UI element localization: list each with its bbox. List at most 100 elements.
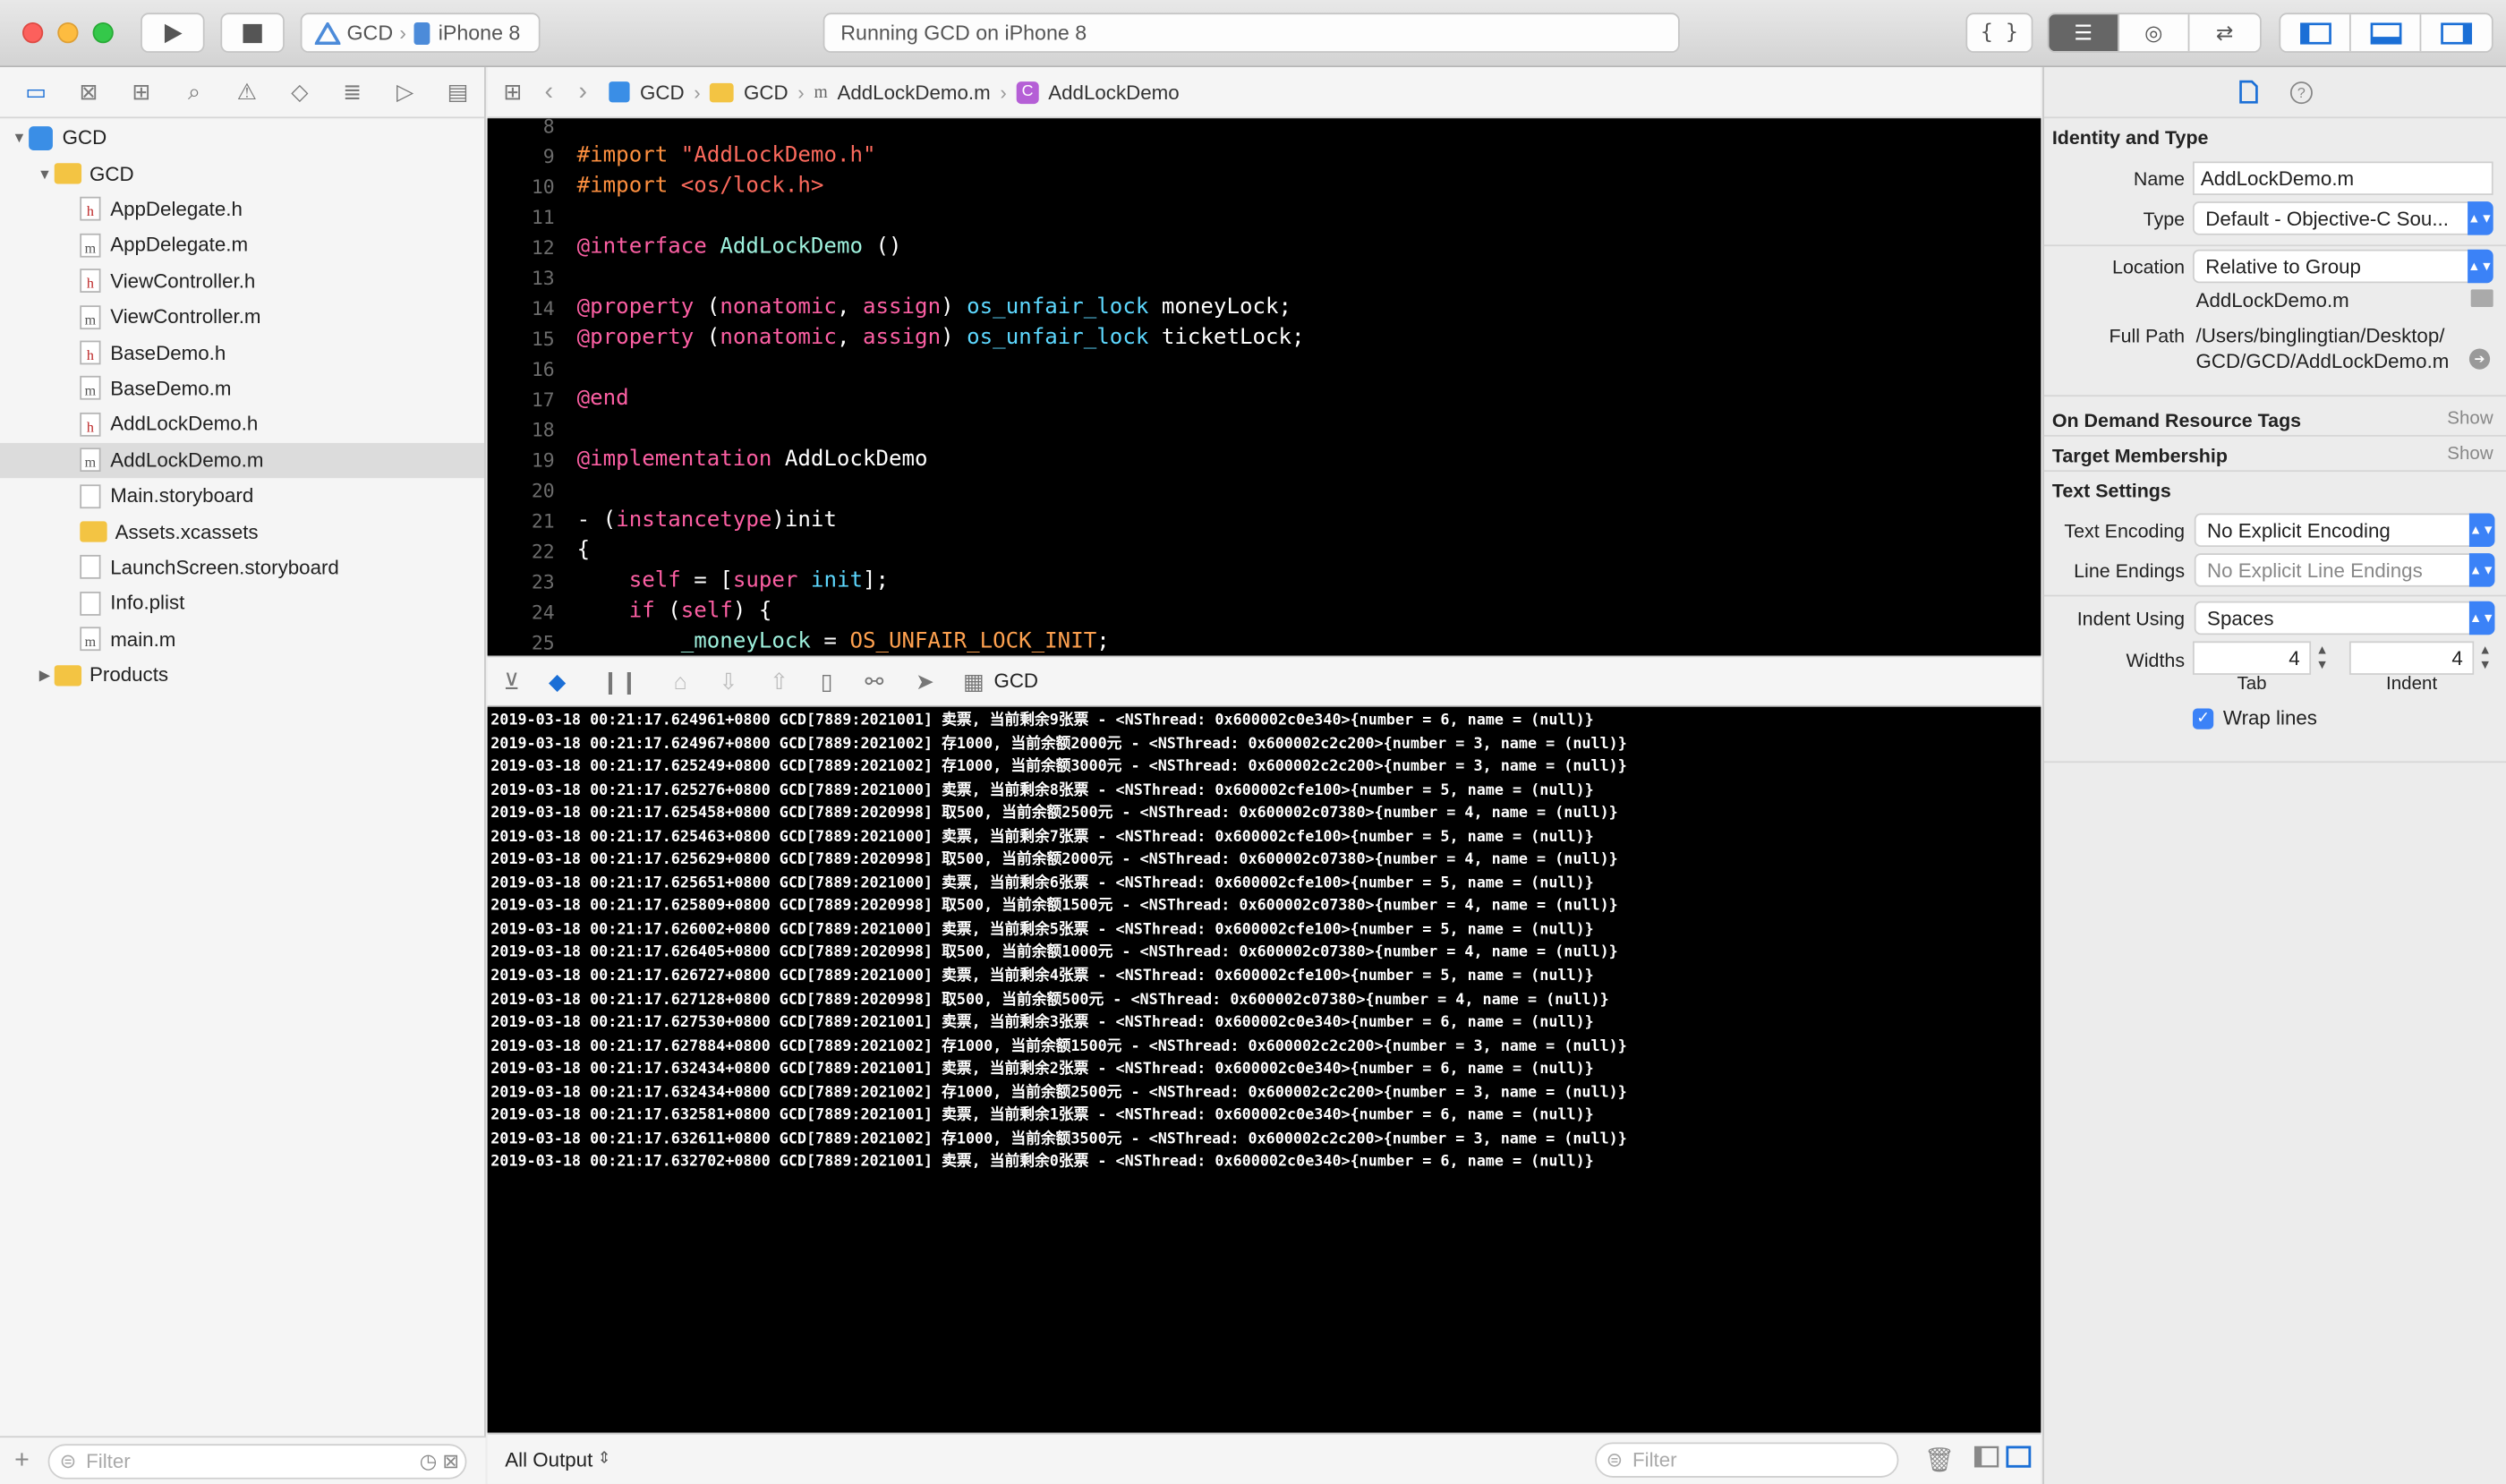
symbol-icon[interactable]: ⊞ bbox=[115, 79, 168, 106]
code-line[interactable]: @property (nonatomic, assign) os_unfair_… bbox=[577, 294, 1291, 320]
disclosure-open-icon[interactable]: ▼ bbox=[35, 166, 54, 182]
tree-row[interactable]: LaunchScreen.storyboard bbox=[0, 550, 484, 585]
code-line[interactable]: @interface AddLockDemo () bbox=[577, 234, 902, 260]
disclosure-open-icon[interactable]: ▼ bbox=[10, 130, 29, 146]
type-select[interactable]: Default - Objective-C Sou... ▲▼ bbox=[2192, 201, 2493, 235]
memory-graph-icon[interactable]: ⚯ bbox=[865, 668, 883, 695]
run-button[interactable] bbox=[141, 13, 205, 53]
zoom-window-button[interactable] bbox=[92, 22, 114, 44]
tree-row[interactable]: Assets.xcassets bbox=[0, 514, 484, 550]
indent-width-field[interactable]: 4 bbox=[2348, 641, 2475, 675]
code-line[interactable]: self = [super init]; bbox=[577, 567, 889, 593]
tree-row[interactable]: ▶ Products bbox=[0, 657, 484, 693]
code-line[interactable]: #import "AddLockDemo.h" bbox=[577, 142, 876, 168]
pause-icon[interactable]: ❙❙ bbox=[601, 668, 638, 695]
code-line[interactable]: @implementation AddLockDemo bbox=[577, 446, 928, 472]
help-icon[interactable]: ? bbox=[2289, 81, 2313, 104]
tab-width-field[interactable]: 4 bbox=[2192, 641, 2312, 675]
console-view-toggle[interactable] bbox=[2006, 1446, 2032, 1472]
encoding-select[interactable]: No Explicit Encoding ▲▼ bbox=[2194, 513, 2495, 548]
debug-icon[interactable]: ≣ bbox=[326, 79, 379, 106]
jump-group[interactable]: GCD bbox=[744, 81, 788, 103]
debug-target[interactable]: GCD bbox=[993, 670, 1038, 693]
search-icon[interactable]: ⌕ bbox=[167, 79, 220, 106]
scheme-selector[interactable]: GCD › iPhone 8 bbox=[300, 13, 541, 53]
jump-symbol[interactable]: AddLockDemo bbox=[1048, 81, 1179, 103]
indent-using-select[interactable]: Spaces ▲▼ bbox=[2194, 601, 2495, 635]
endings-select[interactable]: No Explicit Line Endings ▲▼ bbox=[2194, 553, 2495, 587]
step-out-icon[interactable]: ⇧ bbox=[770, 668, 788, 695]
step-over-icon[interactable]: ⌂ bbox=[674, 669, 687, 695]
code-line[interactable]: if (self) { bbox=[577, 598, 772, 624]
location-icon[interactable]: ➤ bbox=[916, 668, 934, 695]
console-output[interactable]: 2019-03-18 00:21:17.624961+0800 GCD[7889… bbox=[487, 706, 2041, 1433]
hide-debug-area-icon[interactable]: ⊻ bbox=[503, 668, 519, 695]
variables-view-toggle[interactable] bbox=[1973, 1446, 1999, 1472]
warning-icon[interactable]: ⚠ bbox=[220, 79, 273, 106]
tree-row[interactable]: m AddLockDemo.m bbox=[0, 442, 485, 479]
code-line[interactable]: @property (nonatomic, assign) os_unfair_… bbox=[577, 325, 1305, 351]
code-line[interactable]: { bbox=[577, 537, 591, 563]
test-icon[interactable]: ◇ bbox=[273, 79, 326, 106]
tab-stepper[interactable]: ▲ ▼ bbox=[2315, 643, 2328, 671]
tree-row[interactable]: h BaseDemo.h bbox=[0, 335, 484, 371]
console-filter-placeholder: Filter bbox=[1632, 1447, 1677, 1471]
reveal-arrow-icon[interactable]: ➔ bbox=[2468, 348, 2491, 370]
tree-row[interactable]: h AppDelegate.h bbox=[0, 192, 484, 227]
close-window-button[interactable] bbox=[21, 22, 44, 44]
toggle-inspector-button[interactable] bbox=[2421, 14, 2492, 51]
report-icon[interactable]: ▤ bbox=[431, 79, 484, 106]
tree-row[interactable]: Main.storyboard bbox=[0, 478, 484, 514]
toggle-debug-area-button[interactable] bbox=[2351, 14, 2422, 52]
stop-button[interactable] bbox=[220, 13, 285, 53]
tree-row[interactable]: m main.m bbox=[0, 621, 484, 657]
back-icon[interactable]: ‹ bbox=[544, 78, 553, 107]
tree-row[interactable]: h AddLockDemo.h bbox=[0, 406, 484, 442]
breakpoints-toggle-icon[interactable]: ◆ bbox=[549, 668, 566, 695]
assistant-editor-button[interactable]: ◎ bbox=[2119, 14, 2190, 52]
console-line: 2019-03-18 00:21:17.632702+0800 GCD[7889… bbox=[490, 1153, 1594, 1172]
odr-show-button[interactable]: Show bbox=[2447, 409, 2493, 428]
plus-icon[interactable]: + bbox=[14, 1446, 30, 1475]
source-editor[interactable]: 8 9 #import "AddLockDemo.h" 10 #import <os/l… bbox=[487, 118, 2041, 656]
tree-row[interactable]: m BaseDemo.m bbox=[0, 371, 484, 406]
folder-icon[interactable] bbox=[2470, 289, 2493, 308]
step-into-icon[interactable]: ⇩ bbox=[720, 668, 738, 695]
location-select[interactable]: Relative to Group ▲▼ bbox=[2192, 249, 2493, 284]
tree-row[interactable]: ▼ GCD bbox=[0, 156, 484, 192]
tree-row[interactable]: h ViewController.h bbox=[0, 263, 484, 299]
version-editor-button[interactable]: ⇄ bbox=[2189, 14, 2260, 51]
standard-editor-button[interactable]: ☰ bbox=[2049, 14, 2119, 52]
tree-row[interactable]: ▼ GCD bbox=[0, 120, 484, 156]
console-filter-field[interactable]: ⊜ Filter bbox=[1595, 1441, 1899, 1477]
name-field[interactable]: AddLockDemo.m bbox=[2192, 161, 2493, 195]
recent-files-icon[interactable]: ◷ ⊠ bbox=[420, 1449, 459, 1472]
view-hierarchy-icon[interactable]: ▯ bbox=[821, 668, 833, 695]
target-show-button[interactable]: Show bbox=[2447, 445, 2493, 464]
code-line[interactable]: #import <os/lock.h> bbox=[577, 173, 824, 199]
file-inspector-icon[interactable] bbox=[2239, 80, 2258, 104]
tree-row[interactable]: Info.plist bbox=[0, 585, 484, 621]
code-line[interactable]: @end bbox=[577, 386, 629, 412]
minimize-window-button[interactable] bbox=[57, 22, 79, 44]
library-button[interactable]: { } bbox=[1965, 13, 2033, 53]
folder-icon[interactable]: ▭ bbox=[10, 79, 63, 106]
tree-row[interactable]: m ViewController.m bbox=[0, 299, 484, 335]
code-line[interactable]: _moneyLock = OS_UNFAIR_LOCK_INIT; bbox=[577, 628, 1110, 654]
related-items-icon[interactable]: ⊞ bbox=[503, 79, 522, 106]
jump-project[interactable]: GCD bbox=[640, 81, 685, 103]
disclosure-closed-icon[interactable]: ▶ bbox=[35, 666, 54, 684]
forward-icon[interactable]: › bbox=[579, 78, 588, 107]
toggle-navigator-button[interactable] bbox=[2280, 14, 2351, 52]
tree-row[interactable]: m AppDelegate.m bbox=[0, 227, 484, 263]
jump-file[interactable]: AddLockDemo.m bbox=[837, 81, 990, 103]
navigator-filter-field[interactable]: ⊜ Filter ◷ ⊠ bbox=[48, 1443, 468, 1479]
wrap-lines-checkbox[interactable]: ✓ Wrap lines bbox=[2192, 707, 2317, 729]
source-control-icon[interactable]: ⊠ bbox=[63, 79, 115, 106]
indent-stepper[interactable]: ▲ ▼ bbox=[2479, 643, 2492, 671]
breakpoint-icon[interactable]: ▷ bbox=[379, 79, 431, 106]
code-line[interactable]: - (instancetype)init bbox=[577, 507, 837, 533]
trash-icon[interactable]: 🗑 bbox=[1924, 1445, 1955, 1473]
output-selector[interactable]: All Output bbox=[505, 1448, 592, 1471]
line-number: 8 bbox=[542, 118, 555, 138]
